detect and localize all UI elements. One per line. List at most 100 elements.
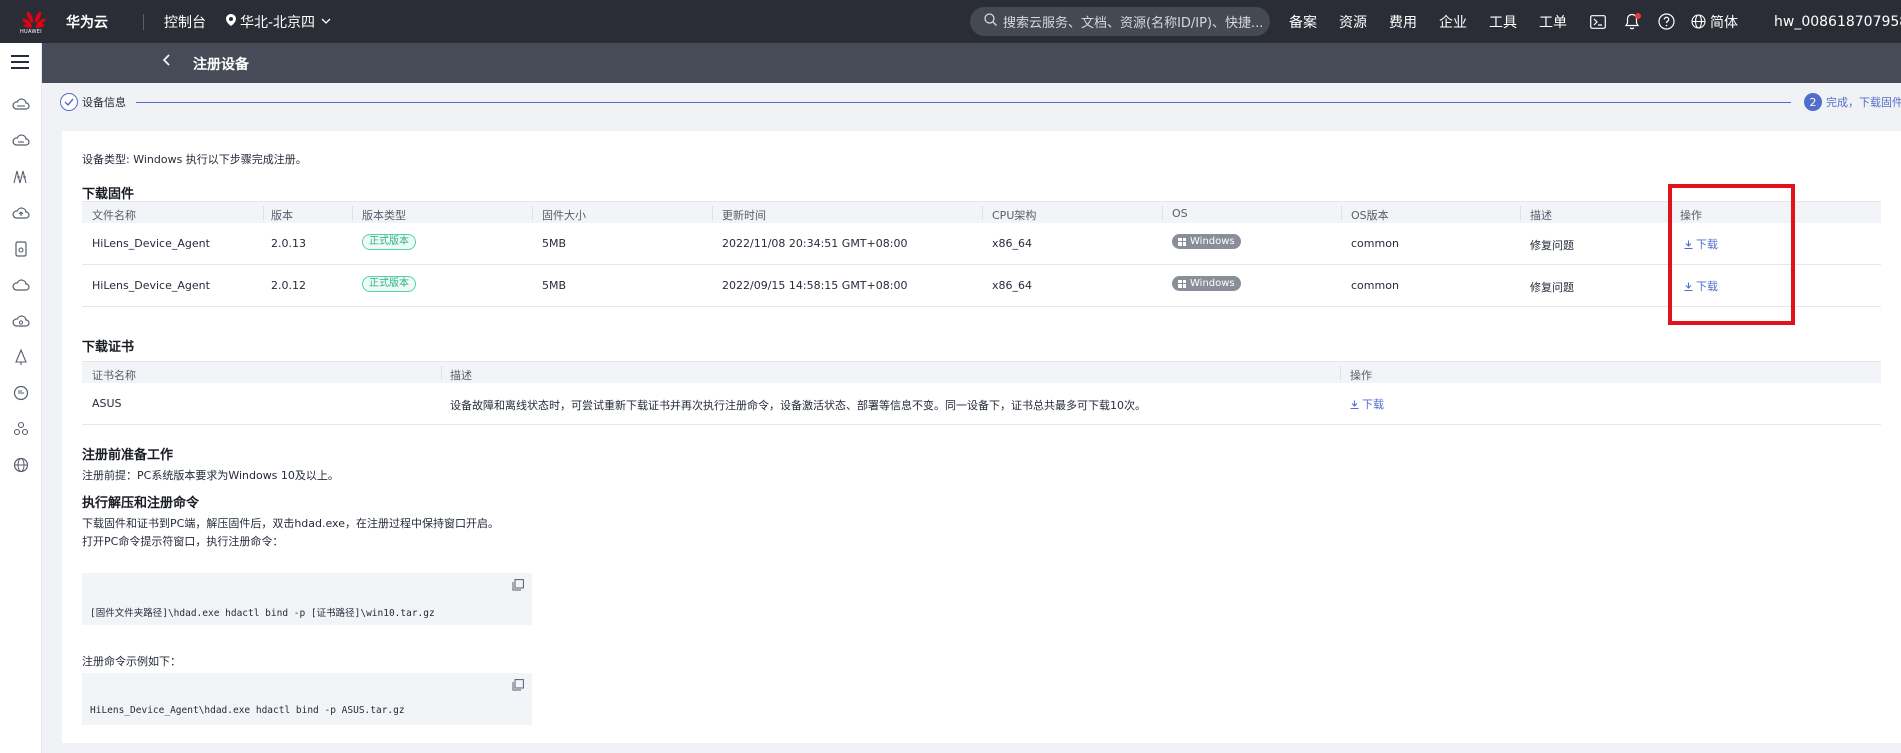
terminal-icon[interactable]	[1589, 13, 1607, 31]
copy-icon[interactable]	[512, 579, 524, 591]
cpu-arch: x86_64	[992, 279, 1033, 292]
col-updated: 更新时间	[722, 209, 766, 222]
download-label: 下载	[1362, 398, 1384, 411]
cluster-icon[interactable]	[12, 420, 30, 438]
version-type-badge: 正式版本	[362, 276, 416, 292]
column-divider	[352, 206, 353, 220]
copy-icon[interactable]	[512, 679, 524, 691]
back-arrow-icon[interactable]	[162, 53, 172, 71]
description: 修复问题	[1530, 239, 1574, 252]
page-header: 注册设备	[42, 43, 1901, 83]
exec-heading: 执行解压和注册命令	[82, 496, 200, 511]
notification-bell-icon[interactable]	[1623, 12, 1641, 31]
os-label: Windows	[1190, 278, 1235, 289]
column-divider	[441, 366, 442, 380]
console-link[interactable]: 控制台	[164, 12, 206, 32]
updated-time: 2022/11/08 20:34:51 GMT+08:00	[722, 237, 908, 250]
step-indicator: 设备信息 2 完成，下载固件	[42, 83, 1901, 131]
table-row: ASUS 设备故障和离线状态时，可尝试重新下载证书并再次执行注册命令，设备激活状…	[82, 383, 1881, 425]
top-bar: HUAWEI 华为云 控制台 华北-北京四 搜索云服务、文档、资源(名称ID/I…	[0, 0, 1901, 43]
table-row: HiLens_Device_Agent 2.0.12 正式版本 5MB 2022…	[82, 265, 1881, 307]
nav-beian[interactable]: 备案	[1289, 12, 1317, 32]
cert-table-header: 证书名称 描述 操作	[82, 361, 1881, 383]
nav-resources[interactable]: 资源	[1339, 12, 1367, 32]
col-os-version: OS版本	[1351, 209, 1389, 222]
check-icon	[60, 93, 78, 111]
highlight-box	[1668, 184, 1795, 325]
content-card: 设备类型: Windows 执行以下步骤完成注册。 下载固件 文件名称 版本 版…	[62, 131, 1901, 743]
page-title: 注册设备	[193, 57, 249, 73]
nav-tools[interactable]: 工具	[1489, 12, 1517, 32]
deploy-icon[interactable]	[12, 348, 30, 366]
size: 5MB	[542, 237, 567, 250]
os-version: common	[1351, 237, 1399, 250]
cert-name: ASUS	[92, 397, 122, 410]
location-pin-icon	[226, 13, 236, 30]
cloud-storage-icon[interactable]	[12, 132, 30, 150]
help-icon[interactable]	[1657, 13, 1675, 31]
device-type-intro: 设备类型: Windows 执行以下步骤完成注册。	[82, 153, 307, 166]
example-label: 注册命令示例如下：	[82, 655, 181, 668]
chat-icon[interactable]	[12, 384, 30, 402]
column-divider	[712, 206, 713, 220]
download-icon	[1350, 400, 1359, 410]
nav-tickets[interactable]: 工单	[1539, 12, 1567, 32]
step-device-info: 设备信息	[60, 93, 126, 111]
notification-dot	[1635, 12, 1641, 19]
cloud-icon[interactable]	[12, 276, 30, 294]
language-selector[interactable]: 简体	[1691, 12, 1738, 32]
cloud-sync-icon[interactable]	[12, 312, 30, 330]
region-label: 华北-北京四	[240, 14, 316, 31]
globe-network-icon[interactable]	[12, 456, 30, 474]
column-divider	[982, 206, 983, 220]
col-os: OS	[1172, 207, 1188, 220]
step-connector	[136, 102, 1791, 103]
os-version: common	[1351, 279, 1399, 292]
os-badge: Windows	[1172, 276, 1241, 291]
username[interactable]: hw_008618707958729_01	[1774, 14, 1901, 30]
os-badge: Windows	[1172, 234, 1241, 249]
column-divider	[1341, 206, 1342, 220]
firmware-heading: 下载固件	[82, 187, 135, 202]
region-selector[interactable]: 华北-北京四	[226, 12, 331, 32]
prep-heading: 注册前准备工作	[82, 448, 174, 463]
col-cert-name: 证书名称	[92, 369, 136, 382]
search-placeholder: 搜索云服务、文档、资源(名称ID/IP)、快捷...	[1003, 16, 1264, 31]
menu-icon[interactable]	[11, 55, 29, 69]
cpu-arch: x86_64	[992, 237, 1033, 250]
globe-icon	[1691, 14, 1706, 29]
version-type-badge: 正式版本	[362, 234, 416, 250]
col-version-type: 版本类型	[362, 209, 406, 222]
divider	[143, 13, 144, 30]
firmware-table-header: 文件名称 版本 版本类型 固件大小 更新时间 CPU架构 OS OS版本 描述 …	[82, 201, 1881, 223]
os-label: Windows	[1190, 236, 1235, 247]
column-divider	[263, 206, 264, 220]
cloud-upload-icon[interactable]	[12, 204, 30, 222]
language-label: 简体	[1710, 14, 1738, 31]
prep-text: 注册前提：PC系统版本要求为Windows 10及以上。	[82, 469, 339, 482]
service-sidebar	[0, 43, 42, 753]
device-icon[interactable]	[12, 240, 30, 258]
nav-billing[interactable]: 费用	[1389, 12, 1417, 32]
col-version: 版本	[271, 209, 293, 222]
huawei-cloud-logo[interactable]: HUAWEI 华为云	[0, 8, 125, 36]
code-block-bind: [固件文件夹路径]\hdad.exe hdactl bind -p [证书路径]…	[82, 573, 532, 625]
bind-command: [固件文件夹路径]\hdad.exe hdactl bind -p [证书路径]…	[90, 608, 435, 619]
file-name: HiLens_Device_Agent	[92, 279, 210, 292]
cert-download-link[interactable]: 下载	[1350, 396, 1384, 412]
column-divider	[1340, 366, 1341, 380]
nav-enterprise[interactable]: 企业	[1439, 12, 1467, 32]
version: 2.0.12	[271, 279, 306, 292]
brand-name: 华为云	[66, 14, 108, 31]
col-cert-action: 操作	[1350, 369, 1372, 382]
network-icon[interactable]	[12, 168, 30, 186]
step-finish: 2 完成，下载固件	[1804, 93, 1901, 111]
step-label: 完成，下载固件	[1826, 96, 1901, 109]
logo-caption: HUAWEI	[20, 28, 42, 35]
step-number: 2	[1804, 93, 1822, 111]
search-input[interactable]: 搜索云服务、文档、资源(名称ID/IP)、快捷...	[970, 7, 1270, 36]
example-command: HiLens_Device_Agent\hdad.exe hdactl bind…	[90, 705, 405, 716]
step-label: 设备信息	[82, 96, 126, 109]
cert-heading: 下载证书	[82, 340, 135, 355]
cloud-service-icon[interactable]	[12, 96, 30, 114]
